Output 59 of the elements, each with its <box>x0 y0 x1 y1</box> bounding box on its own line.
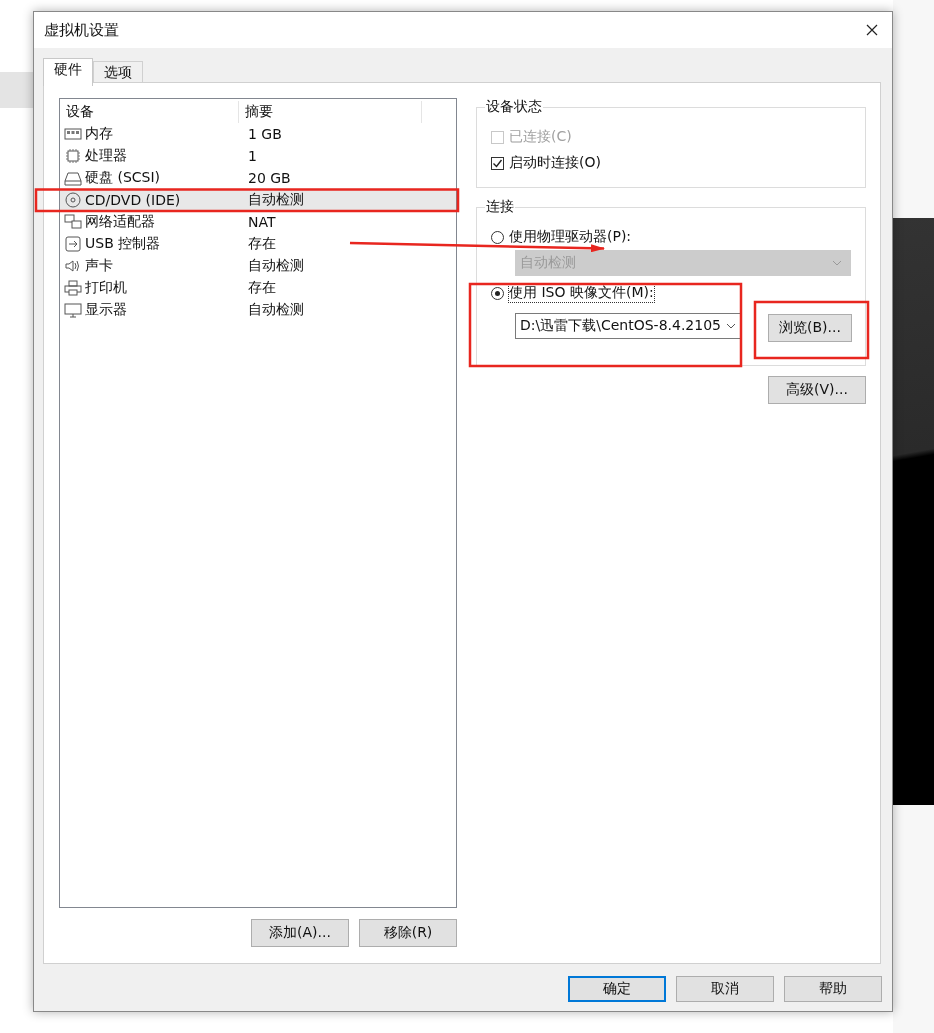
path-combo-box[interactable]: D:\迅雷下载\CentOS-8.4.2105 <box>515 313 741 339</box>
tab[interactable]: 选项 <box>93 61 143 85</box>
radio-label: 使用物理驱动器(P): <box>509 228 632 246</box>
speaker-icon <box>64 258 82 274</box>
disc-icon <box>64 192 82 208</box>
dialog-button[interactable]: 确定 <box>568 976 666 1002</box>
checkbox-label: 启动时连接(O) <box>509 154 601 172</box>
device-summary: 存在 <box>247 279 277 297</box>
advanced-button[interactable]: 高级(V)... <box>768 376 866 404</box>
chevron-icon <box>726 323 736 329</box>
dialog-button[interactable]: 取消 <box>676 976 774 1002</box>
device-summary: 20 GB <box>247 170 292 186</box>
device-summary: 1 <box>247 148 258 164</box>
chevron-icon <box>832 260 842 266</box>
list-row[interactable]: 网络适配器 NAT <box>60 211 456 233</box>
list-row[interactable]: USB 控制器 存在 <box>60 233 456 255</box>
device-name: 内存 <box>85 125 113 143</box>
column-header[interactable]: 摘要 <box>239 101 422 123</box>
device-name: 硬盘 (SCSI) <box>85 169 161 187</box>
device-name: 处理器 <box>85 147 127 165</box>
list-row[interactable]: 打印机 存在 <box>60 277 456 299</box>
device-name: 声卡 <box>85 257 113 275</box>
printer-icon <box>64 280 82 296</box>
browse-button[interactable]: 浏览(B)... <box>768 314 852 342</box>
drive-icon <box>64 170 82 186</box>
window-title: 虚拟机设置 <box>44 20 119 40</box>
radio-label: 使用 ISO 映像文件(M): <box>509 284 654 302</box>
close-icon[interactable] <box>866 24 878 36</box>
device-name: USB 控制器 <box>85 235 161 253</box>
list-row[interactable]: CD/DVD (IDE) 自动检测 <box>60 189 456 211</box>
device-name: 打印机 <box>85 279 127 297</box>
device-summary: 自动检测 <box>247 301 305 319</box>
list-row[interactable]: 内存 1 GB <box>60 123 456 145</box>
device-summary: 1 GB <box>247 126 283 142</box>
column-header[interactable]: 设备 <box>60 101 239 123</box>
dialog-button[interactable]: 帮助 <box>784 976 882 1002</box>
monitor-icon <box>64 302 82 318</box>
group-title: 连接 <box>485 198 515 216</box>
tab[interactable]: 硬件 <box>43 58 93 86</box>
list-button[interactable]: 添加(A)... <box>251 919 349 947</box>
checkbox[interactable] <box>491 156 504 170</box>
device-name: CD/DVD (IDE) <box>85 192 181 208</box>
list-row[interactable]: 硬盘 (SCSI) 20 GB <box>60 167 456 189</box>
list-row[interactable]: 处理器 1 <box>60 145 456 167</box>
device-summary: 自动检测 <box>247 191 305 209</box>
list-button[interactable]: 移除(R) <box>359 919 457 947</box>
network-icon <box>64 214 82 230</box>
device-summary: NAT <box>247 214 277 230</box>
device-summary: 存在 <box>247 235 277 253</box>
device-summary: 自动检测 <box>247 257 305 275</box>
list-row[interactable]: 声卡 自动检测 <box>60 255 456 277</box>
memory-icon <box>64 126 82 142</box>
group-title: 设备状态 <box>485 98 543 116</box>
device-name: 网络适配器 <box>85 213 155 231</box>
chip-icon <box>64 148 82 164</box>
device-name: 显示器 <box>85 301 127 319</box>
list-row[interactable]: 显示器 自动检测 <box>60 299 456 321</box>
checkbox-label: 已连接(C) <box>509 128 572 146</box>
usb-icon <box>64 236 82 252</box>
